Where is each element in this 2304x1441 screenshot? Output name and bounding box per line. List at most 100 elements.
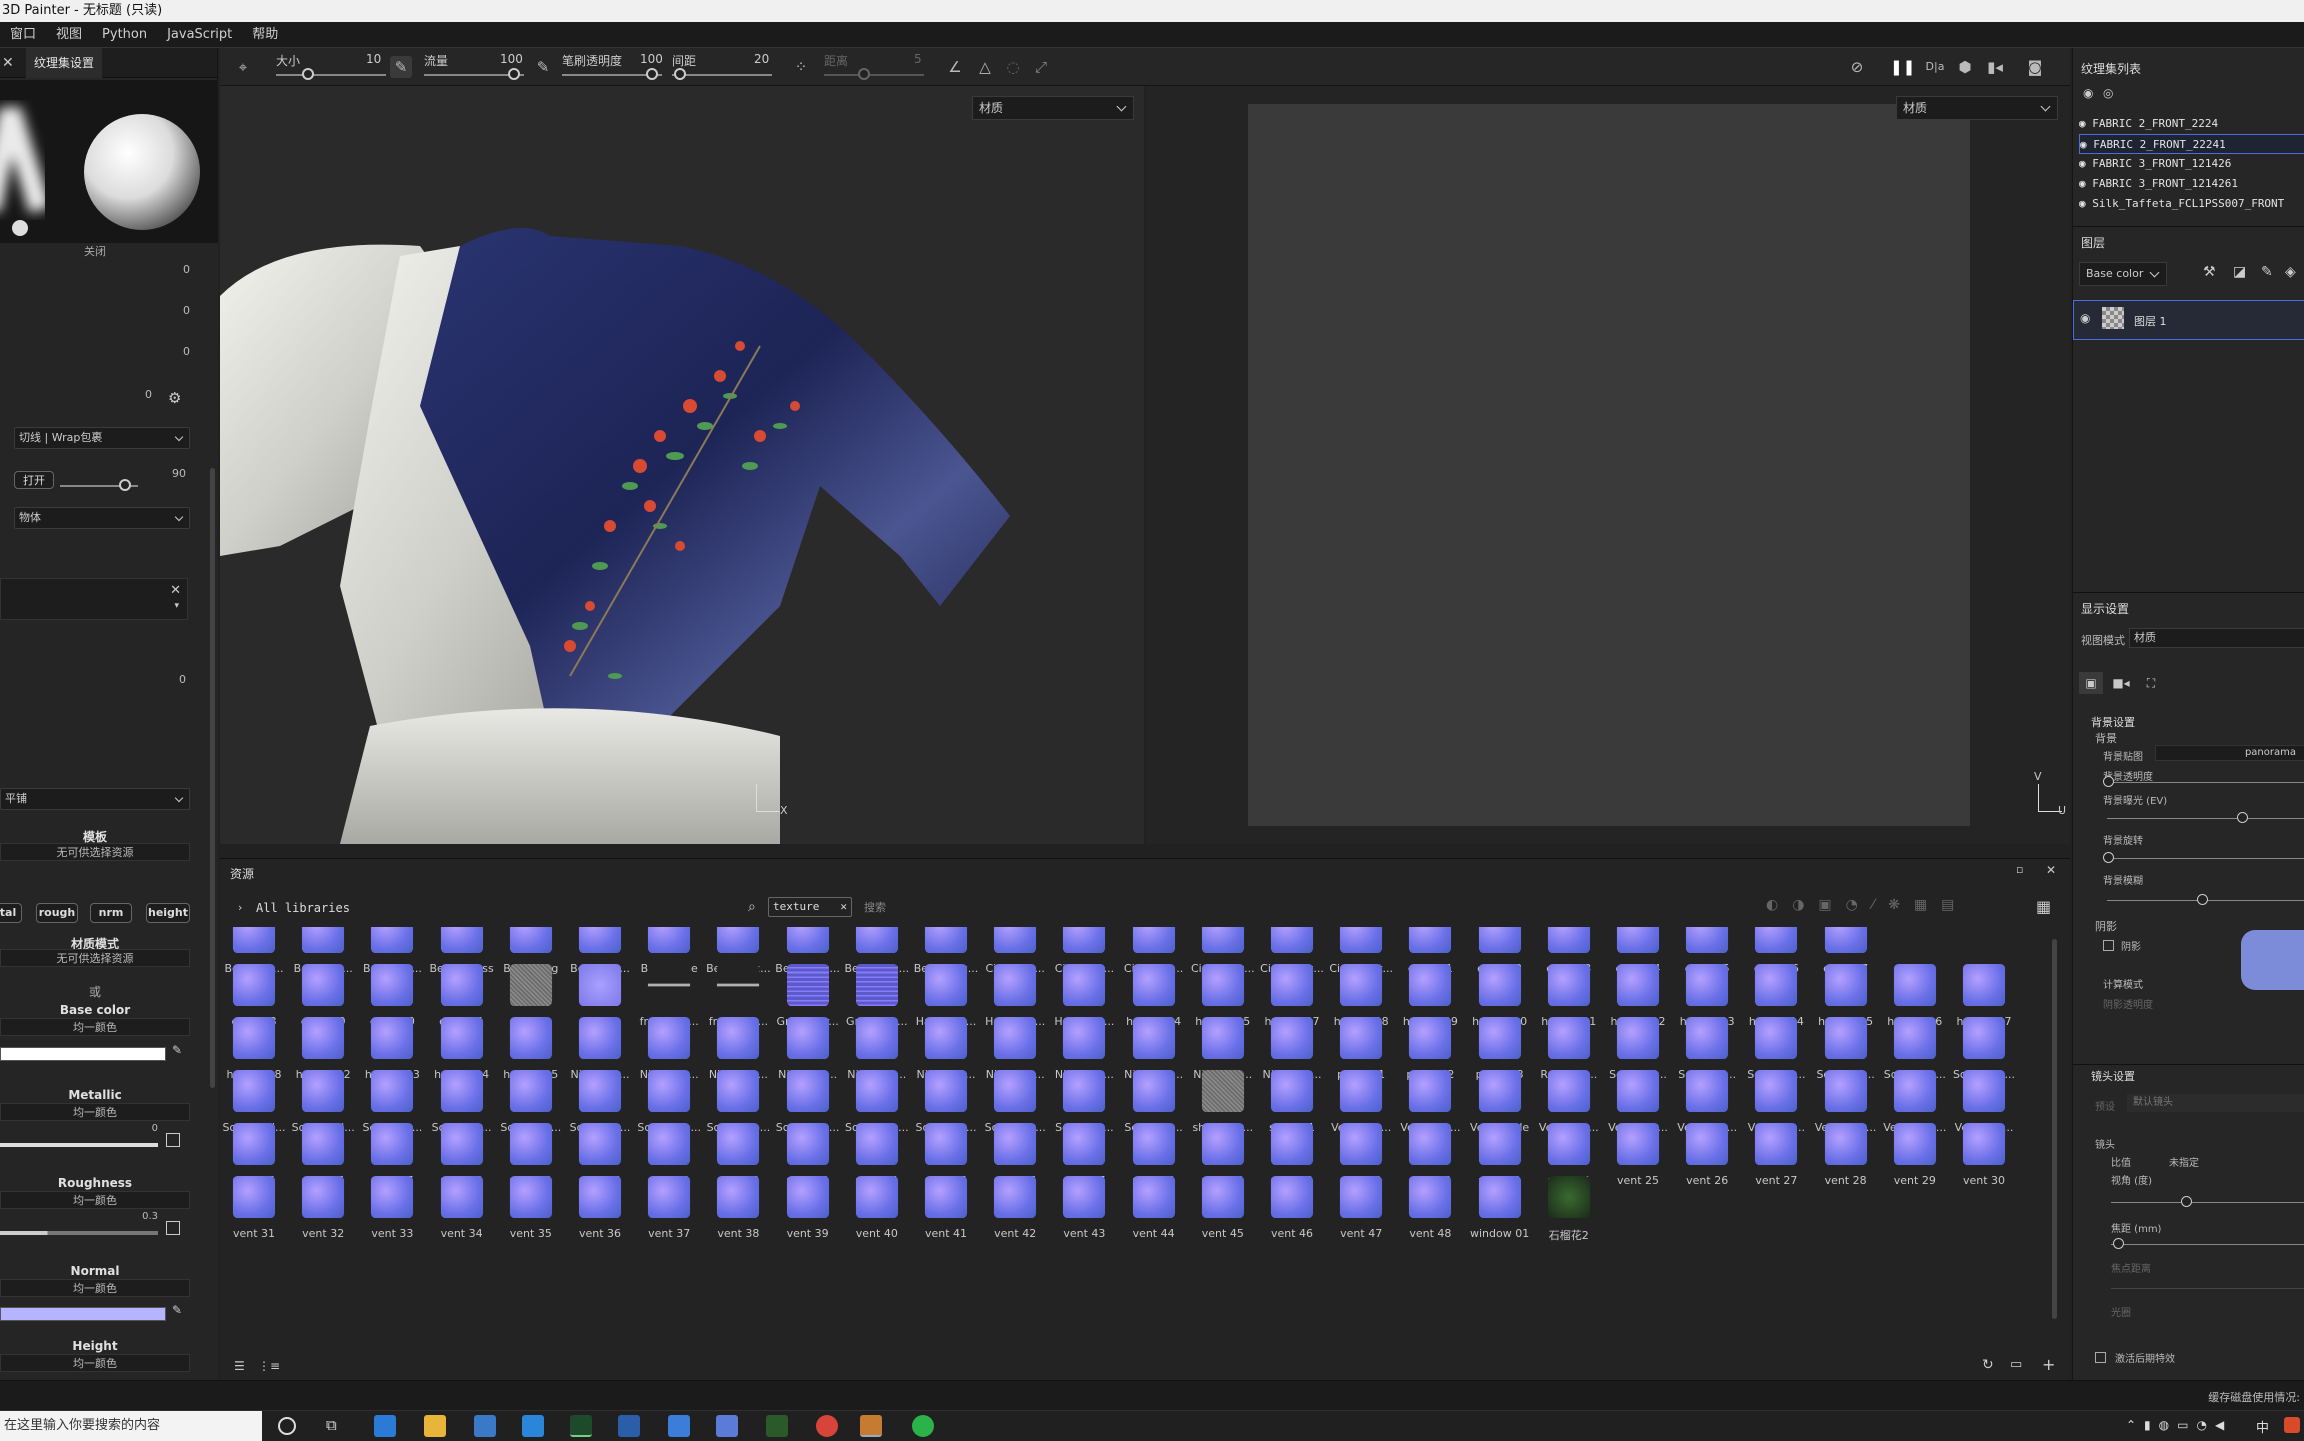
search-input[interactable]: 搜索 <box>864 899 886 915</box>
left-panel-scrollbar[interactable] <box>210 468 215 1088</box>
symmetry-mirror-icon[interactable]: △ <box>974 56 996 78</box>
material-mode-slot[interactable]: 无可供选择资源 <box>0 949 190 967</box>
param-value[interactable]: 0 <box>179 673 186 686</box>
app-icon[interactable] <box>668 1415 690 1437</box>
roughness-map-icon[interactable] <box>166 1221 180 1235</box>
normal-color-swatch[interactable] <box>0 1307 166 1321</box>
height-mode[interactable]: 均一颜色 <box>0 1354 190 1372</box>
channel-height-button[interactable]: height <box>146 903 190 923</box>
mail-icon[interactable] <box>522 1415 544 1437</box>
texture-set-item[interactable]: ◉ FABRIC 2_FRONT_2224 <box>2079 114 2304 134</box>
eye-icon[interactable]: ◉ <box>2079 117 2092 130</box>
taskbar-search-input[interactable]: 在这里输入你要搜索的内容 <box>0 1411 262 1441</box>
add-fill-layer-icon[interactable]: ◈ <box>2285 264 2296 280</box>
list-view-icon[interactable]: ☰ <box>234 1359 245 1373</box>
channel-metallic-button[interactable]: tal <box>0 903 22 923</box>
cortana-icon[interactable] <box>278 1417 296 1435</box>
bg-opacity-slider[interactable] <box>2107 782 2304 783</box>
add-icon[interactable]: + <box>2042 1355 2055 1374</box>
layer-name[interactable]: 图层 1 <box>2134 313 2167 329</box>
ratio-value[interactable]: 未指定 <box>2169 1154 2199 1169</box>
param-value[interactable]: 0 <box>183 304 190 317</box>
eyedropper-icon[interactable]: ✎ <box>172 1303 182 1317</box>
texture-set-item[interactable]: ◉ FABRIC 3_FRONT_121426 <box>2079 154 2304 174</box>
opacity-brush-icon[interactable]: ✎ <box>532 56 554 78</box>
photos-icon[interactable] <box>618 1415 640 1437</box>
layer-row[interactable]: ◉ 图层 1 <box>2073 300 2304 340</box>
shadow-checkbox[interactable] <box>2103 940 2114 951</box>
file-explorer-icon[interactable] <box>424 1415 446 1437</box>
fov-slider[interactable] <box>2111 1202 2304 1203</box>
menu-view[interactable]: 视图 <box>46 22 92 48</box>
screenshot-camera-icon[interactable]: ◙ <box>2024 56 2046 78</box>
expand-chevron-icon[interactable]: ▾ <box>174 601 179 611</box>
size-slider-knob[interactable] <box>302 68 314 80</box>
roughness-slider[interactable] <box>0 1231 158 1235</box>
grid-view-icon[interactable]: ▦ <box>2036 897 2051 916</box>
eye-icon[interactable]: ◉ <box>2080 311 2090 325</box>
asset-tile[interactable]: vent 47 <box>1327 1170 1395 1248</box>
asset-tile[interactable]: vent 44 <box>1120 1170 1188 1248</box>
roughness-mode[interactable]: 均一颜色 <box>0 1191 190 1209</box>
chrome-icon[interactable] <box>816 1415 838 1437</box>
size-slider[interactable] <box>276 74 386 76</box>
bg-blur-knob[interactable] <box>2197 894 2208 905</box>
visibility-toggle-icon[interactable]: ◉ <box>2083 86 2093 100</box>
asset-tile[interactable]: vent 41 <box>912 1170 980 1248</box>
template-slot[interactable]: 无可供选择资源 <box>0 843 190 861</box>
camera-video-icon[interactable]: ▮◂ <box>1984 56 2006 78</box>
metallic-map-icon[interactable] <box>166 1133 180 1147</box>
folder-icon[interactable]: ▭ <box>2010 1357 2022 1372</box>
library-chevron-icon[interactable]: › <box>238 901 242 914</box>
spacing-value[interactable]: 20 <box>754 52 769 66</box>
bg-exposure-slider[interactable] <box>2107 818 2304 819</box>
asset-tile[interactable]: 石榴花2 <box>1535 1170 1603 1248</box>
transform-icon[interactable]: ⤢ <box>1030 56 1052 78</box>
resource-slot[interactable]: ✕ ▾ <box>0 578 188 620</box>
texture-set-item[interactable]: ◉ Silk_Taffeta_FCL1PSS007_FRONT <box>2079 194 2304 214</box>
refresh-icon[interactable]: ↻ <box>1982 1357 1994 1373</box>
tree-view-icon[interactable]: ⋮≡ <box>258 1359 280 1373</box>
asset-tile[interactable]: vent 38 <box>704 1170 772 1248</box>
notification-icon[interactable] <box>2284 1417 2300 1433</box>
param-value[interactable]: 0 <box>183 345 190 358</box>
menu-help[interactable]: 帮助 <box>242 22 288 48</box>
channel-rough-button[interactable]: rough <box>36 903 78 923</box>
eye-icon[interactable]: ◎ <box>2103 86 2113 100</box>
viewport-2d[interactable]: 材质 V U <box>1146 86 2070 844</box>
fov-knob[interactable] <box>2181 1196 2192 1207</box>
symmetry-angle-icon[interactable]: ∠ <box>944 56 966 78</box>
task-view-icon[interactable]: ⧉ <box>326 1416 337 1434</box>
wechat-icon[interactable] <box>912 1415 934 1437</box>
bg-opacity-knob[interactable] <box>2103 776 2114 787</box>
bg-exposure-knob[interactable] <box>2237 812 2248 823</box>
asset-tile[interactable]: vent 25 <box>1604 1117 1672 1195</box>
viewport3d-material-select[interactable]: 材质 <box>972 96 1134 120</box>
hide-icon[interactable]: ⊘ <box>1846 56 1868 78</box>
flow-value[interactable]: 100 <box>500 52 523 66</box>
asset-tile[interactable]: vent 48 <box>1396 1170 1464 1248</box>
add-effect-icon[interactable]: ⚒ <box>2203 264 2216 280</box>
search-tag[interactable]: texture ✕ <box>768 897 852 917</box>
menu-window[interactable]: 窗口 <box>0 22 46 48</box>
channel-nrm-button[interactable]: nrm <box>90 903 132 923</box>
menu-python[interactable]: Python <box>92 22 157 48</box>
eye-icon[interactable]: ◉ <box>2079 177 2092 190</box>
base-color-mode[interactable]: 均一颜色 <box>0 1018 190 1036</box>
metallic-slider[interactable] <box>0 1143 158 1147</box>
asset-tile[interactable]: vent 40 <box>843 1170 911 1248</box>
base-color-swatch[interactable] <box>0 1047 166 1061</box>
asset-tile[interactable]: vent 27 <box>1742 1117 1810 1195</box>
store-icon[interactable] <box>474 1415 496 1437</box>
flow-slider-knob[interactable] <box>508 68 520 80</box>
asset-tile[interactable]: vent 30 <box>1950 1117 2018 1195</box>
cube-view-icon[interactable]: ⬢ <box>1954 56 1976 78</box>
nvidia-icon[interactable] <box>766 1415 788 1437</box>
focal-knob[interactable] <box>2113 1238 2124 1249</box>
active-app-icon[interactable] <box>860 1415 882 1437</box>
asset-tile[interactable]: window 01 <box>1466 1170 1534 1248</box>
postfx-checkbox[interactable] <box>2095 1352 2106 1363</box>
brush-opacity-value[interactable]: 100 <box>640 52 663 66</box>
asset-tile[interactable]: vent 46 <box>1258 1170 1326 1248</box>
pause-icon[interactable]: ❚❚ <box>1890 56 1915 78</box>
